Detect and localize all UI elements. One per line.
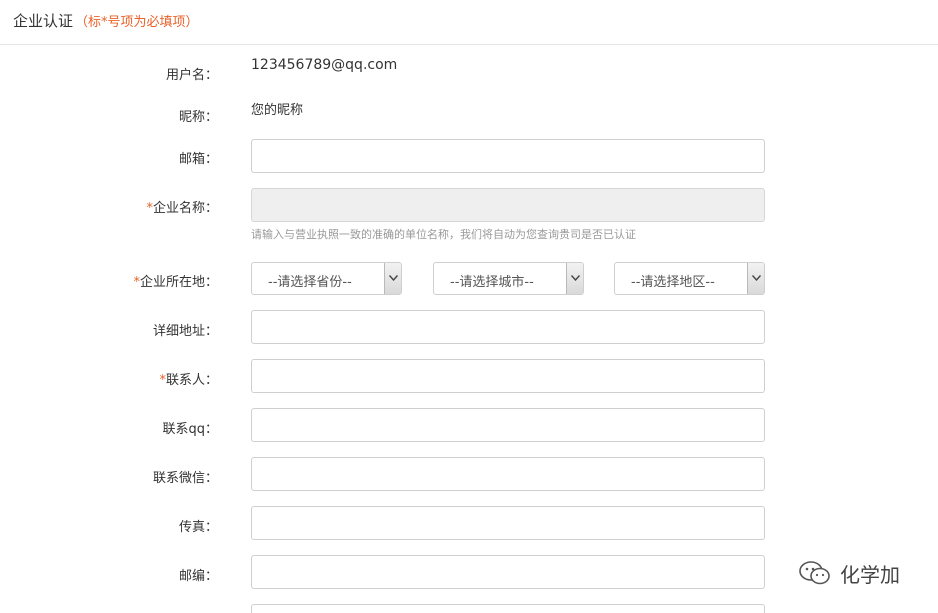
page-header: 企业认证 （标*号项为必填项） [0, 0, 938, 45]
qq-input[interactable] [251, 408, 765, 442]
email-input[interactable] [251, 139, 765, 173]
username-value: 123456789@qq.com [251, 57, 398, 73]
province-dropdown-arrow[interactable] [384, 263, 401, 294]
next-field-input[interactable] [251, 604, 765, 613]
watermark: 化学加 [798, 558, 900, 588]
page-title: 企业认证 （标*号项为必填项） [13, 10, 199, 31]
email-label: 邮箱： [178, 152, 218, 167]
wechat-label: 联系微信： [152, 471, 218, 486]
fax-label: 传真： [178, 520, 218, 535]
province-select-value: --请选择省份-- [268, 275, 352, 290]
contact-label: *联系人： [159, 369, 218, 388]
nickname-label: 昵称： [178, 110, 218, 125]
postcode-label: 邮编： [178, 569, 218, 584]
company-name-hint: 请输入与营业执照一致的准确的单位名称，我们将自动为您查询贵司是否已认证 [251, 228, 636, 241]
address-input[interactable] [251, 310, 765, 344]
province-select[interactable]: --请选择省份-- [251, 262, 402, 295]
district-dropdown-arrow[interactable] [747, 263, 764, 294]
wechat-input[interactable] [251, 457, 765, 491]
watermark-text: 化学加 [840, 562, 900, 587]
contact-label-text: 联系人： [165, 373, 218, 388]
page-title-text: 企业认证 [13, 12, 74, 30]
city-dropdown-arrow[interactable] [566, 263, 583, 294]
chevron-down-icon [752, 275, 761, 281]
contact-input[interactable] [251, 359, 765, 393]
qq-label: 联系qq： [162, 422, 218, 437]
fax-input[interactable] [251, 506, 765, 540]
district-select[interactable]: --请选择地区-- [614, 262, 765, 295]
location-label: *企业所在地： [133, 271, 218, 290]
city-select-value: --请选择城市-- [450, 275, 534, 290]
company-name-label-text: 企业名称： [152, 201, 218, 216]
chevron-down-icon [389, 275, 398, 281]
username-label: 用户名： [165, 68, 218, 83]
city-select[interactable]: --请选择城市-- [433, 262, 584, 295]
address-label: 详细地址： [152, 324, 218, 339]
chevron-down-icon [571, 275, 580, 281]
nickname-value: 您的昵称 [251, 103, 304, 118]
postcode-input[interactable] [251, 555, 765, 589]
wechat-icon [799, 561, 830, 585]
company-name-label: *企业名称： [146, 197, 218, 216]
required-note: （标*号项为必填项） [75, 15, 199, 30]
company-name-input[interactable] [251, 188, 765, 222]
district-select-value: --请选择地区-- [631, 275, 715, 290]
location-label-text: 企业所在地： [139, 275, 218, 290]
